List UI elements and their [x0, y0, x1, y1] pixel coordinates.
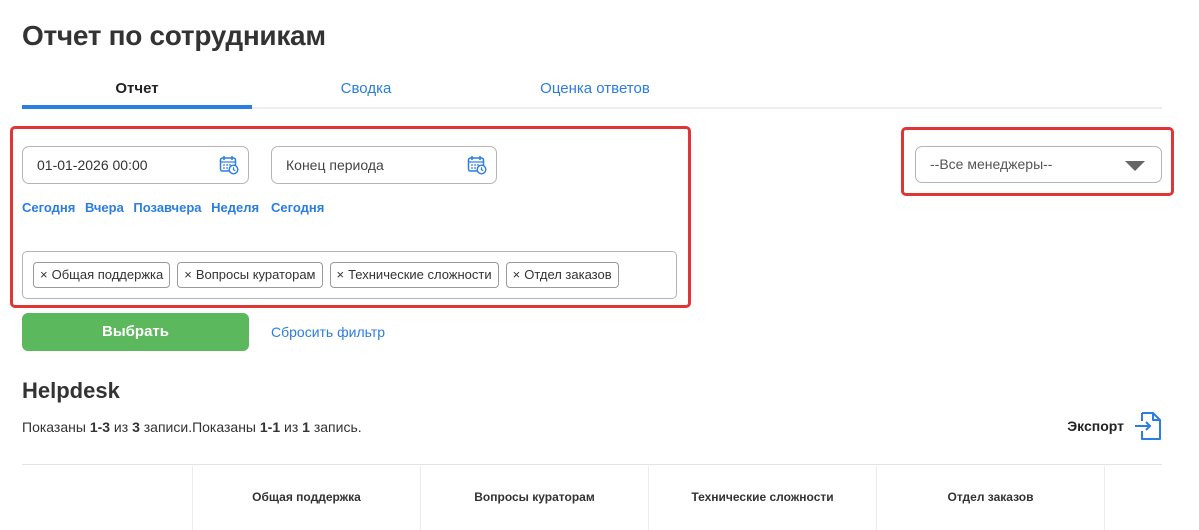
tab-answer-rating[interactable]: Оценка ответов [480, 78, 710, 109]
date-end-input[interactable]: Конец периода [271, 146, 497, 184]
department-multiselect[interactable]: × Общая поддержка × Вопросы кураторам × Тех… [22, 251, 677, 299]
tag-item: × Отдел заказов [505, 262, 619, 288]
tag-item: × Вопросы кураторам [177, 262, 323, 288]
quick-today-end-link[interactable]: Сегодня [271, 200, 324, 215]
export-file-icon [1135, 412, 1161, 440]
column-header-empty [1104, 466, 1162, 530]
remove-tag-icon[interactable]: × [513, 267, 521, 282]
submit-button[interactable]: Выбрать [22, 313, 249, 351]
quick-day-before-link[interactable]: Позавчера [133, 200, 201, 215]
tab-summary[interactable]: Сводка [252, 78, 480, 109]
manager-select-value: --Все менеджеры-- [930, 156, 1053, 172]
tab-bar: Отчет Сводка Оценка ответов [22, 78, 1162, 109]
quick-week-link[interactable]: Неделя [211, 200, 259, 215]
calendar-icon[interactable] [467, 155, 487, 175]
quick-today-link[interactable]: Сегодня [22, 200, 75, 215]
calendar-icon[interactable] [219, 155, 239, 175]
remove-tag-icon[interactable]: × [184, 267, 192, 282]
records-summary: Показаны 1-3 из 3 записи.Показаны 1-1 из… [22, 419, 362, 435]
tag-item: × Технические сложности [329, 262, 499, 288]
export-button[interactable]: Экспорт [1067, 410, 1162, 442]
table-header: Общая поддержка Вопросы кураторам Технич… [22, 466, 1162, 530]
remove-tag-icon[interactable]: × [40, 267, 48, 282]
export-label: Экспорт [1067, 418, 1124, 434]
section-title: Helpdesk [22, 378, 120, 403]
tag-item: × Общая поддержка [33, 262, 171, 288]
column-header[interactable]: Общая поддержка [192, 466, 420, 530]
page-title: Отчет по сотрудникам [22, 20, 326, 51]
remove-tag-icon[interactable]: × [337, 267, 345, 282]
reset-filter-link[interactable]: Сбросить фильтр [271, 324, 385, 340]
quick-range-start: Сегодня Вчера Позавчера Неделя [22, 200, 265, 215]
date-end-placeholder: Конец периода [286, 157, 384, 173]
column-header[interactable]: Вопросы кураторам [420, 466, 648, 530]
date-start-input[interactable]: 01-01-2026 00:00 [22, 146, 249, 184]
date-start-value: 01-01-2026 00:00 [37, 157, 148, 173]
column-header[interactable]: Отдел заказов [876, 466, 1104, 530]
column-header[interactable]: Технические сложности [648, 466, 876, 530]
tab-report[interactable]: Отчет [22, 78, 252, 109]
table-divider [22, 464, 1162, 465]
quick-yesterday-link[interactable]: Вчера [85, 200, 124, 215]
quick-range-end: Сегодня [271, 200, 330, 215]
caret-down-icon [1125, 161, 1145, 171]
manager-select[interactable]: --Все менеджеры-- [915, 146, 1162, 183]
